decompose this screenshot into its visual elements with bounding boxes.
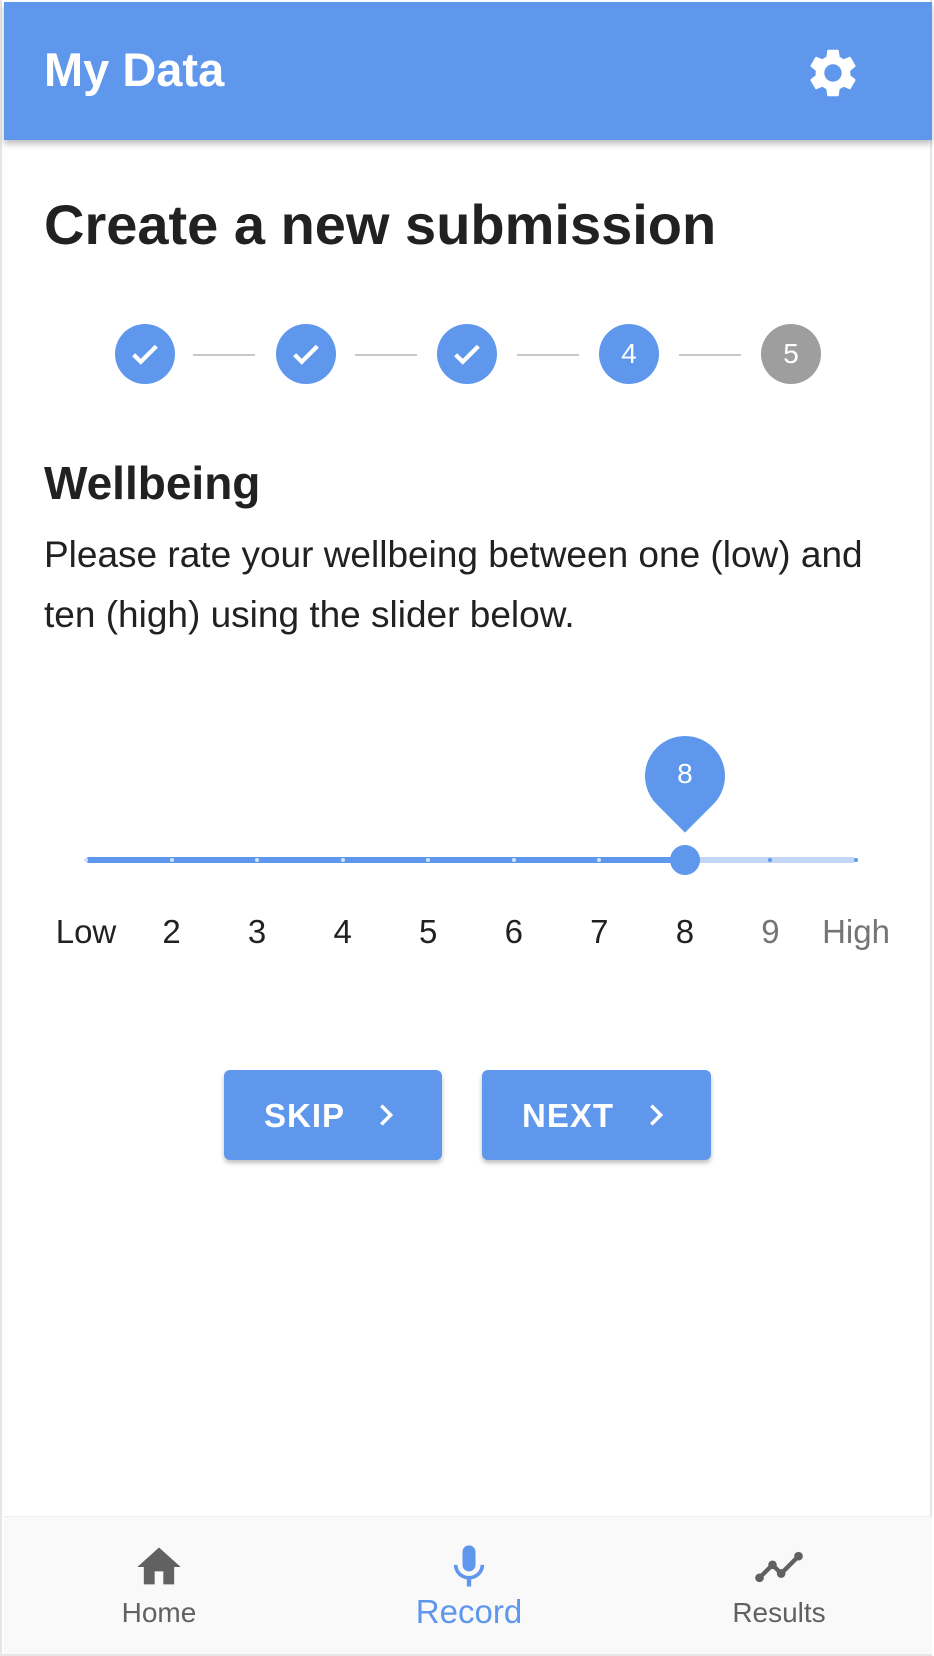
gear-icon[interactable] bbox=[804, 44, 862, 102]
slider-tick bbox=[84, 858, 88, 862]
chevron-right-icon bbox=[380, 1104, 394, 1126]
slider-tick-label: 2 bbox=[162, 913, 181, 950]
bottom-navigation: Home Record Results bbox=[4, 1516, 932, 1654]
step-2-complete bbox=[276, 324, 336, 384]
step-connector bbox=[679, 354, 741, 356]
chevron-right-icon bbox=[650, 1104, 664, 1126]
step-4-active: 4 bbox=[599, 324, 659, 384]
app-frame: My Data Create a new submission 4 5 Well… bbox=[0, 0, 932, 1656]
skip-button[interactable]: SKIP bbox=[224, 1070, 442, 1160]
skip-button-label: SKIP bbox=[264, 1097, 346, 1134]
nav-item-home[interactable]: Home bbox=[39, 1517, 279, 1655]
check-icon bbox=[454, 344, 480, 365]
check-icon bbox=[132, 344, 158, 365]
slider-tick-label: 7 bbox=[590, 913, 609, 950]
nav-label-home: Home bbox=[121, 1597, 197, 1628]
slider-tick bbox=[854, 858, 858, 862]
check-icon bbox=[293, 344, 319, 365]
slider-tick-label: 3 bbox=[247, 913, 267, 950]
app-title: My Data bbox=[44, 43, 225, 96]
next-button[interactable]: NEXT bbox=[482, 1070, 711, 1160]
page-title: Create a new submission bbox=[44, 193, 717, 256]
slider-value-label: 8 bbox=[677, 758, 693, 789]
step-connector bbox=[517, 354, 579, 356]
nav-label-record: Record bbox=[415, 1593, 523, 1630]
step-connector bbox=[193, 354, 255, 356]
slider-tick bbox=[169, 858, 174, 862]
next-button-label: NEXT bbox=[522, 1097, 615, 1134]
nav-item-results[interactable]: Results bbox=[659, 1517, 899, 1655]
stepper: 4 5 bbox=[2, 324, 932, 386]
slider-tick-label: 4 bbox=[333, 913, 352, 950]
app-bar: My Data bbox=[4, 2, 932, 140]
step-connector bbox=[355, 354, 417, 356]
slider-tick-label: Low bbox=[55, 913, 117, 950]
slider-tick bbox=[511, 858, 516, 862]
step-3-complete bbox=[437, 324, 497, 384]
nav-item-record[interactable]: Record bbox=[349, 1517, 589, 1655]
slider-track-fill bbox=[86, 857, 685, 863]
question-description: Please rate your wellbeing between one (… bbox=[44, 534, 863, 635]
step-1-complete bbox=[115, 324, 175, 384]
nav-label-results: Results bbox=[732, 1597, 826, 1628]
slider-tick-label: 5 bbox=[419, 913, 438, 950]
home-icon bbox=[137, 1547, 181, 1585]
question-title: Wellbeing bbox=[44, 457, 261, 509]
slider-thumb[interactable] bbox=[669, 845, 700, 875]
slider-tick-label: 8 bbox=[675, 913, 695, 950]
microphone-icon bbox=[453, 1545, 485, 1587]
slider-tick-label: 9 bbox=[761, 913, 780, 950]
line-chart-icon bbox=[755, 1551, 803, 1583]
step-5-pending: 5 bbox=[761, 324, 821, 384]
slider-tick-label: 6 bbox=[504, 913, 523, 950]
wellbeing-slider[interactable]: 8 Low 2 3 4 5 6 7 8 9 High bbox=[2, 719, 932, 980]
slider-tick-label: High bbox=[822, 913, 890, 950]
slider-tick bbox=[340, 858, 345, 862]
